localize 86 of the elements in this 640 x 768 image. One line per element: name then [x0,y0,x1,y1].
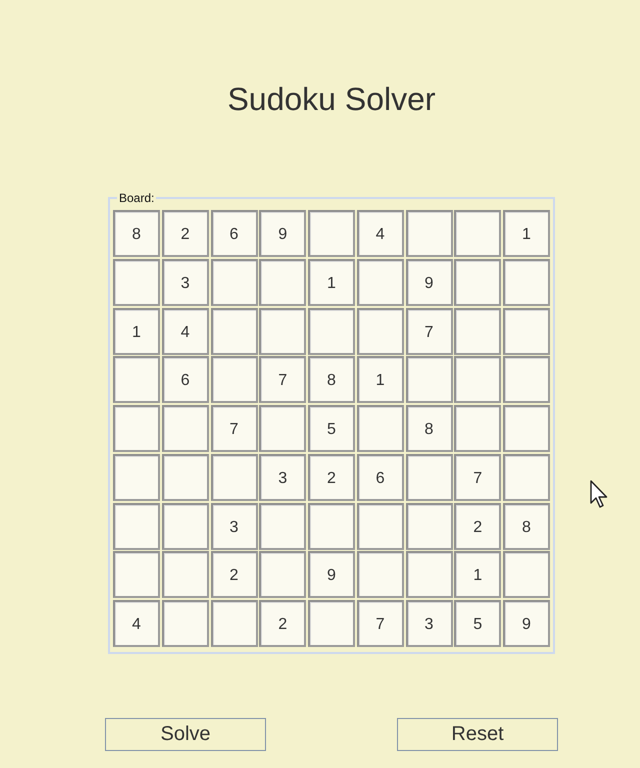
cell-input[interactable]: 2 [162,210,209,257]
cell-input[interactable]: 2 [454,502,502,550]
cell-input[interactable]: 6 [210,210,258,257]
cell-input[interactable] [162,405,209,452]
cell-input[interactable]: 5 [454,600,502,647]
cell-input[interactable]: 6 [356,454,404,501]
cell-input[interactable] [259,502,306,550]
cell-input[interactable] [210,258,258,306]
cell-input[interactable]: 2 [210,551,258,598]
cell-input[interactable]: 3 [259,454,306,501]
cell-input[interactable] [113,502,160,550]
cell-input[interactable]: 1 [113,308,160,354]
cell-input[interactable]: 7 [210,405,258,452]
cell-input[interactable] [162,454,209,501]
action-button[interactable]: Solve [105,718,266,751]
cell-input[interactable] [113,356,160,404]
cell-input[interactable] [503,454,550,501]
cell-input[interactable]: 6 [162,356,209,404]
cell-input[interactable] [406,454,452,501]
cell-input[interactable]: 8 [406,405,452,452]
cell-input[interactable] [406,356,452,404]
cell-input[interactable] [406,210,452,257]
cell-input[interactable] [259,258,306,306]
cell-input[interactable] [503,356,550,404]
cell-input[interactable]: 5 [308,405,355,452]
cell-input[interactable] [308,308,355,354]
cell-input[interactable] [406,551,452,598]
cell-input[interactable]: 1 [356,356,404,404]
cell-input[interactable] [113,405,160,452]
cell-input[interactable] [454,258,502,306]
cell-input[interactable] [308,502,355,550]
cell-input[interactable]: 9 [503,600,550,647]
cell-input[interactable]: 1 [454,551,502,598]
cell-input[interactable]: 1 [308,258,355,306]
cell-input[interactable]: 7 [356,600,404,647]
cell-input[interactable]: 3 [162,258,209,306]
cell-input[interactable]: 8 [113,210,160,257]
cell-input[interactable] [113,258,160,306]
cell-input[interactable]: 1 [503,210,550,257]
cell-input[interactable]: 8 [308,356,355,404]
cell-input[interactable] [259,308,306,354]
cell-input[interactable]: 9 [259,210,306,257]
cell-input[interactable]: 7 [454,454,502,501]
cell-input[interactable] [308,600,355,647]
cell-input[interactable]: 9 [406,258,452,306]
cell-input[interactable]: 3 [406,600,452,647]
cell-input[interactable] [503,551,550,598]
cell-input[interactable] [162,502,209,550]
cell-input[interactable] [162,551,209,598]
cell-input[interactable] [356,405,404,452]
cell-input[interactable] [454,210,502,257]
cell-input[interactable]: 4 [113,600,160,647]
cell-input[interactable] [356,502,404,550]
action-button[interactable]: Reset [397,718,558,751]
cell-input[interactable]: 3 [210,502,258,550]
cell-input[interactable] [210,454,258,501]
cell-input[interactable] [259,551,306,598]
cell-input[interactable] [454,308,502,354]
page-title: Sudoku Solver [227,81,436,118]
cell-input[interactable]: 2 [259,600,306,647]
cell-input[interactable] [503,308,550,354]
cell-input[interactable] [162,600,209,647]
cell-input[interactable]: 7 [259,356,306,404]
cell-input[interactable] [356,258,404,306]
cell-input[interactable]: 7 [406,308,452,354]
cell-input[interactable] [210,308,258,354]
cell-input[interactable] [210,356,258,404]
cell-input[interactable] [113,454,160,501]
cell-input[interactable]: 4 [356,210,404,257]
cell-input[interactable] [503,258,550,306]
cell-input[interactable]: 4 [162,308,209,354]
cell-input[interactable] [406,502,452,550]
cell-input[interactable] [259,405,306,452]
cell-input[interactable] [454,405,502,452]
cell-input[interactable] [503,405,550,452]
cell-input[interactable] [356,551,404,598]
cursor-icon [590,480,608,509]
cell-input[interactable]: 8 [503,502,550,550]
cell-input[interactable] [454,356,502,404]
cell-input[interactable] [308,210,355,257]
board-legend: Board: [117,191,156,205]
cell-input[interactable] [210,600,258,647]
cell-input[interactable]: 9 [308,551,355,598]
cell-input[interactable] [113,551,160,598]
cell-input[interactable]: 2 [308,454,355,501]
cell-input[interactable] [356,308,404,354]
